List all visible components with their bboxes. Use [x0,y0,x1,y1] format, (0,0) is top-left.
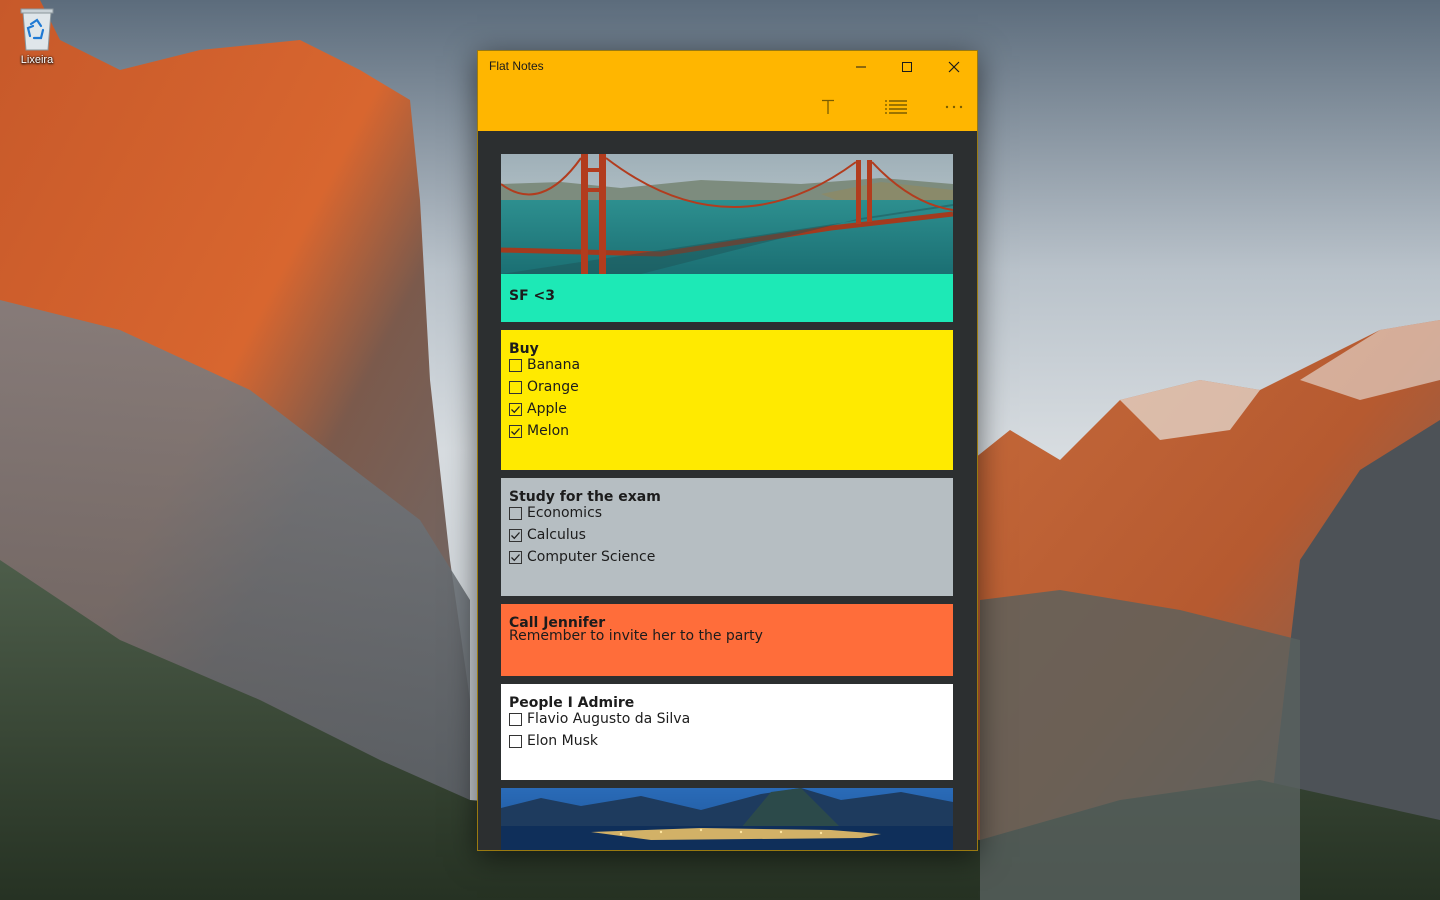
checkbox-checked[interactable] [509,424,522,438]
checkbox[interactable] [509,712,522,726]
note-title: Study for the exam [509,489,661,505]
rio-night-image [501,788,953,850]
checklist: Banana Orange Apple Melon [501,354,953,442]
checklist-item: Economics [501,502,953,524]
checklist-item: Flavio Augusto da Silva [501,708,953,730]
checkmark-icon [511,405,520,413]
note-title: People I Admire [509,695,635,711]
close-icon [948,61,960,73]
note-card[interactable]: Call Jennifer Remember to invite her to … [501,604,953,676]
checkmark-icon [511,553,520,561]
list-note-icon [885,100,907,114]
checkbox[interactable] [509,506,522,520]
checklist-item: Orange [501,376,953,398]
note-title: Buy [509,341,539,357]
note-card[interactable]: People I Admire Flavio Augusto da Silva … [501,684,953,780]
more-icon [945,105,963,109]
checkbox[interactable] [509,734,522,748]
recycle-bin-shortcut[interactable]: Lixeira [10,6,64,66]
more-options-button[interactable] [932,91,976,123]
checklist-item-label: Computer Science [527,549,656,565]
checklist-item: Elon Musk [501,730,953,752]
checkbox-checked[interactable] [509,528,522,542]
checklist-item: Computer Science [501,546,953,568]
checkmark-icon [511,531,520,539]
minimize-icon [856,66,866,68]
note-card[interactable]: SF <3 [500,154,954,322]
note-card[interactable]: Study for the exam Economics Calculus Co… [501,478,953,596]
checklist: Flavio Augusto da Silva Elon Musk [501,708,953,752]
checkbox-checked[interactable] [509,402,522,416]
window-title: Flat Notes [489,59,544,73]
checkmark-icon [511,427,520,435]
minimize-button[interactable] [838,51,884,83]
checklist-item-label: Apple [527,401,567,417]
text-note-icon [822,99,834,114]
checklist-item-label: Melon [527,423,570,439]
title-bar: Flat Notes [478,51,977,131]
recycle-bin-icon [20,8,54,51]
checklist: Economics Calculus Computer Science [501,502,953,568]
checklist-item-label: Economics [527,505,603,521]
note-card[interactable] [501,788,953,850]
checklist-item-label: Orange [527,379,579,395]
checklist-item: Banana [501,354,953,376]
checklist-item-label: Banana [527,357,581,373]
note-card[interactable]: Buy Banana Orange Apple Melon [501,330,953,470]
app-window: Flat Notes SF <3 Buy Banana Orange Apple… [477,50,978,851]
checklist-item: Calculus [501,524,953,546]
checkbox[interactable] [509,380,522,394]
notes-list: SF <3 Buy Banana Orange Apple Melon Stud… [478,131,977,850]
golden-gate-bridge-image [500,154,954,274]
close-button[interactable] [931,51,977,83]
checkbox-checked[interactable] [509,550,522,564]
maximize-button[interactable] [884,51,930,83]
recycle-bin-label: Lixeira [20,54,54,66]
checklist-item: Melon [501,420,953,442]
note-title: SF <3 [509,288,555,304]
new-list-note-button[interactable] [874,91,918,123]
checklist-item-label: Flavio Augusto da Silva [527,711,691,727]
checklist-item-label: Elon Musk [527,733,598,749]
note-text: Remember to invite her to the party [509,628,763,644]
checklist-item: Apple [501,398,953,420]
note-title: Call Jennifer [509,615,606,631]
new-text-note-button[interactable] [806,91,850,123]
maximize-icon [902,62,912,72]
checkbox[interactable] [509,358,522,372]
checklist-item-label: Calculus [527,527,586,543]
